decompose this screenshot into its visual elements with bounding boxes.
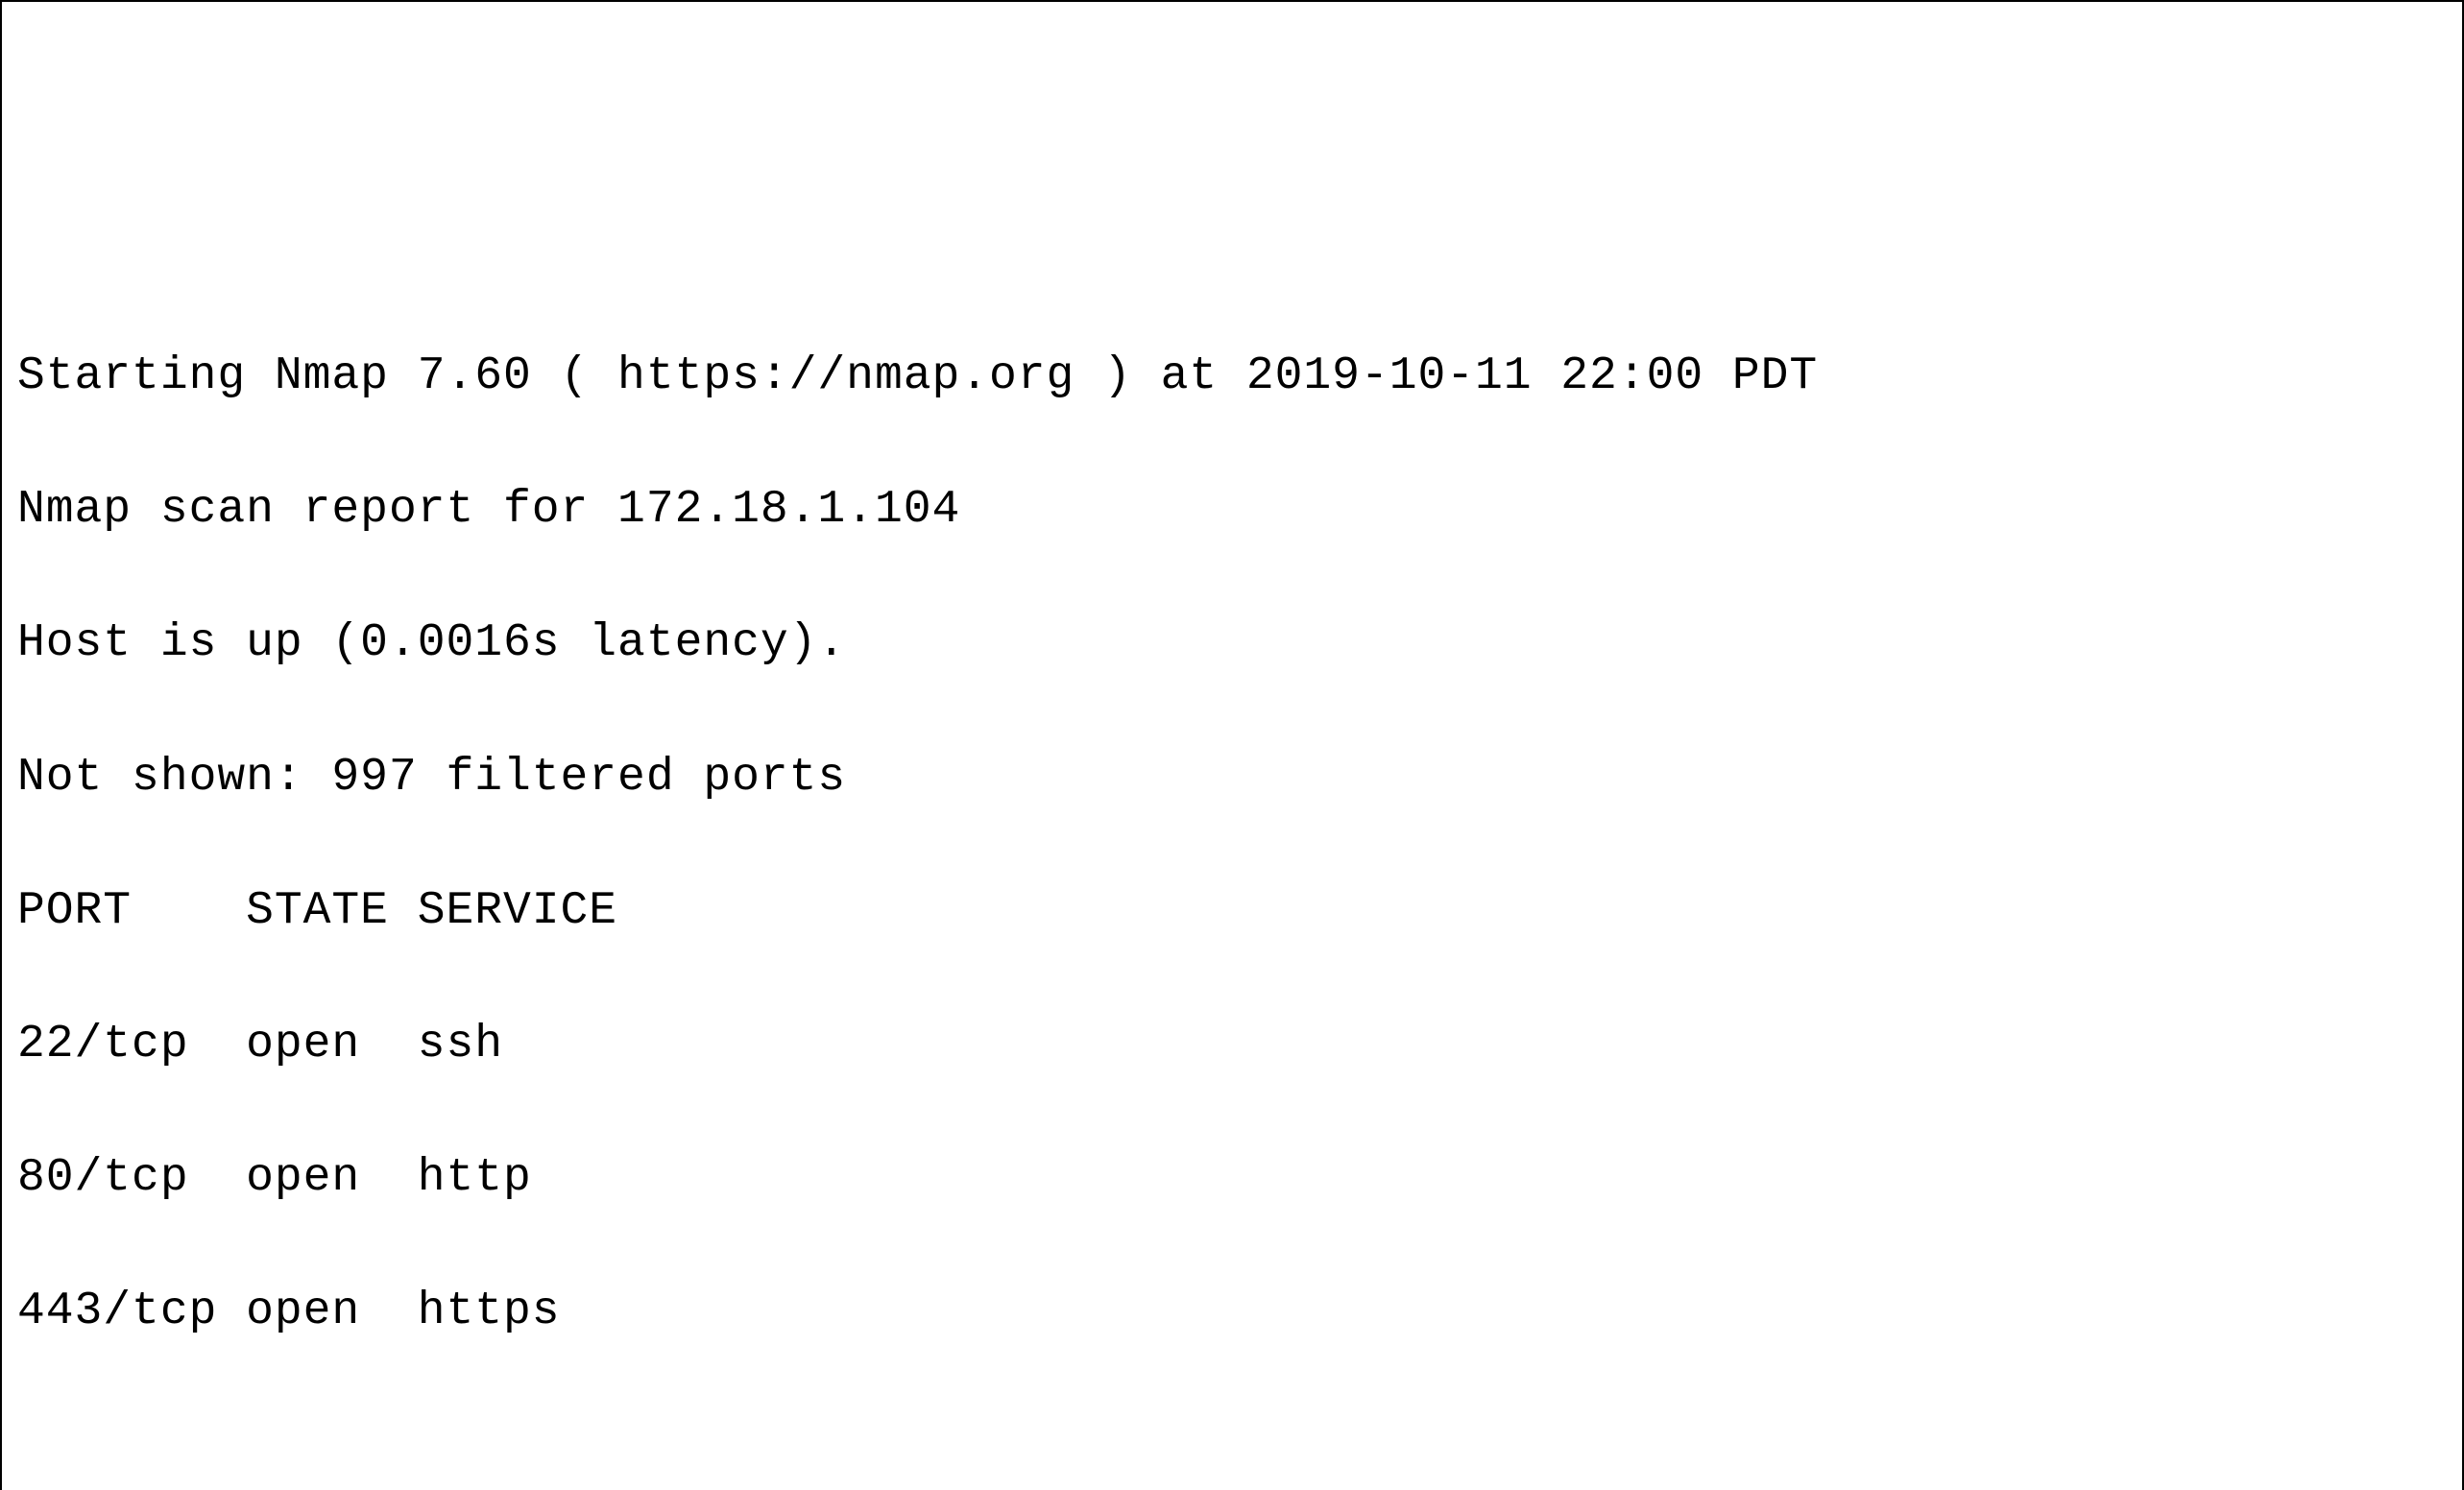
not-shown-line: Not shown: 997 filtered ports: [17, 745, 2447, 812]
port-row-80: 80/tcp open http: [17, 1145, 2447, 1213]
host-status-line: Host is up (0.0016s latency).: [17, 611, 2447, 678]
port-row-443: 443/tcp open https: [17, 1279, 2447, 1346]
terminal-output: Starting Nmap 7.60 ( https://nmap.org ) …: [17, 276, 2447, 1490]
port-table-header: PORT STATE SERVICE: [17, 878, 2447, 946]
port-row-22: 22/tcp open ssh: [17, 1012, 2447, 1079]
nmap-start-line: Starting Nmap 7.60 ( https://nmap.org ) …: [17, 344, 2447, 411]
nmap-scan-report-line: Nmap scan report for 172.18.1.104: [17, 477, 2447, 544]
nmap-done-line: Nmap done: 1 IP address (1 host up) scan…: [17, 1479, 2447, 1490]
